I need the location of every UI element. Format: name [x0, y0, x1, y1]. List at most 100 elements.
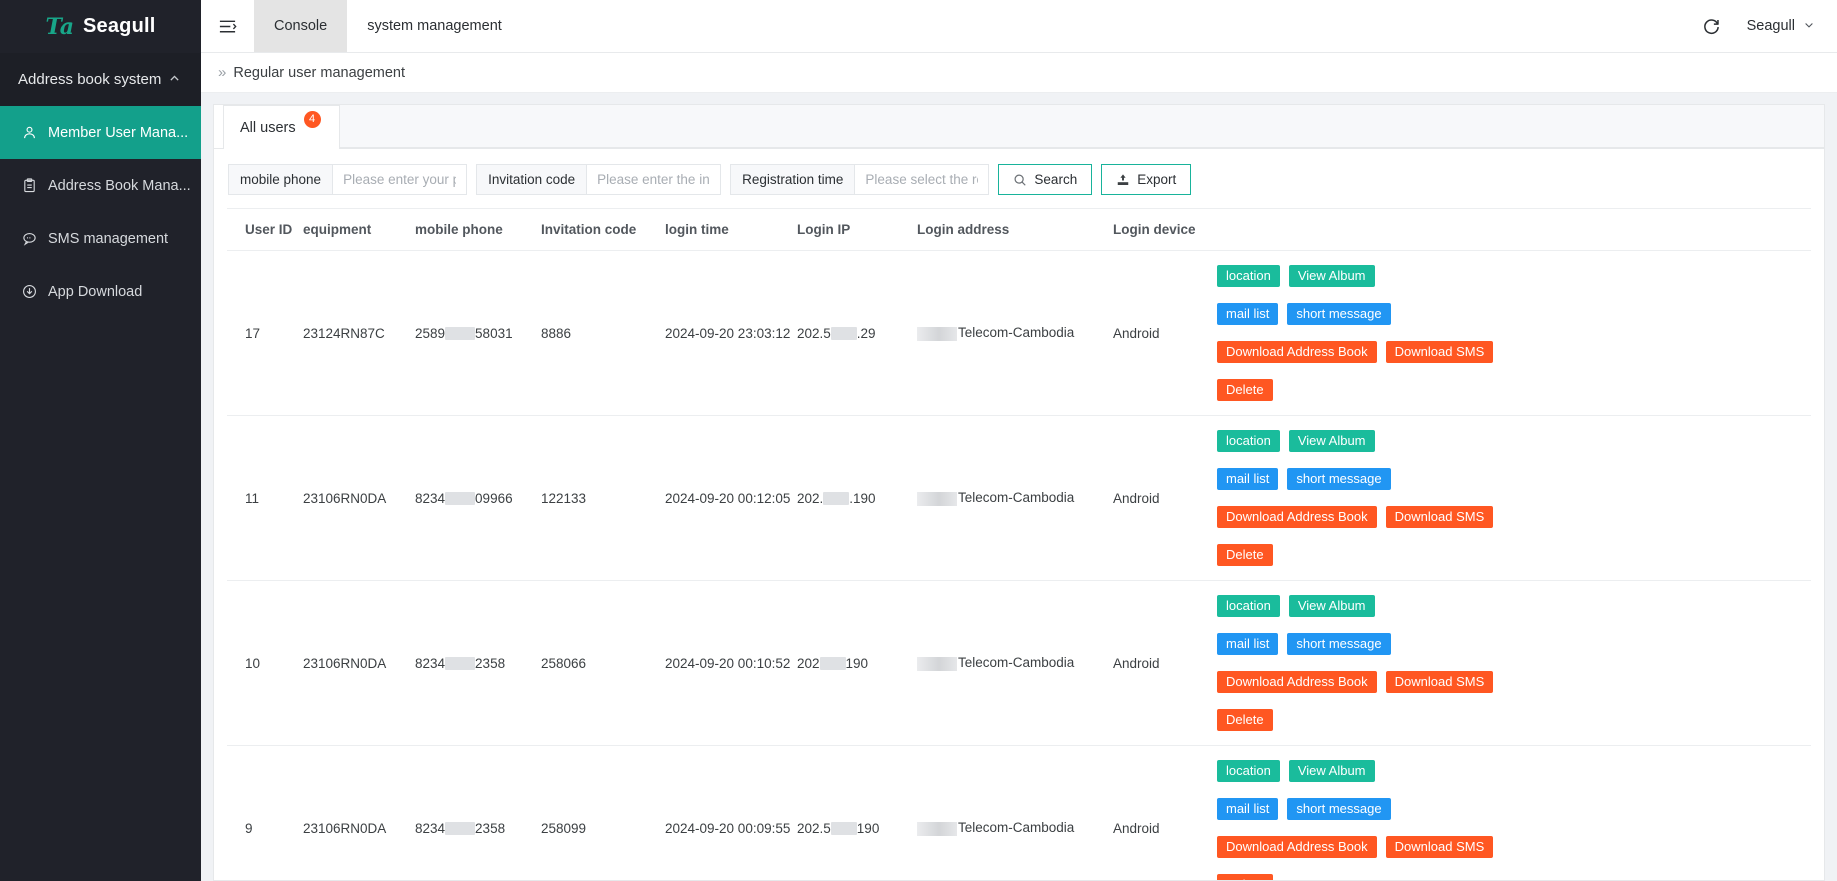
column-header-login-ip: Login IP	[797, 208, 917, 251]
users-card: All users 4 mobile phone Invitation code	[213, 104, 1825, 881]
cell-login-ip: 202.5 .29	[797, 250, 917, 416]
tab-bar: All users 4	[214, 105, 1824, 149]
ip-prefix: 202.	[797, 490, 824, 506]
delete-button[interactable]: Delete	[1217, 709, 1273, 731]
main-area: Console system management Seagull » Regu…	[201, 0, 1837, 881]
download-sms-button[interactable]: Download SMS	[1385, 341, 1494, 363]
delete-button[interactable]: Delete	[1217, 874, 1273, 880]
cell-actions: location View Album mail list short message…	[1217, 250, 1811, 416]
cell-login-device: Android	[1113, 745, 1217, 880]
row-action-group: location View Album mail list short message…	[1217, 589, 1557, 737]
ip-prefix: 202.5	[797, 820, 831, 836]
top-header: Console system management Seagull	[201, 0, 1837, 53]
location-button[interactable]: location	[1217, 595, 1280, 617]
cell-mobile-phone: 8234 09966	[415, 415, 541, 581]
filter-mobile-phone: mobile phone	[228, 164, 468, 195]
delete-button[interactable]: Delete	[1217, 379, 1273, 401]
location-button[interactable]: location	[1217, 760, 1280, 782]
view-album-button[interactable]: View Album	[1288, 760, 1375, 782]
cell-login-address: Telecom-Cambodia	[917, 250, 1113, 416]
login-address-text: Telecom-Cambodia	[958, 655, 1075, 671]
cell-login-address: Telecom-Cambodia	[917, 415, 1113, 581]
row-action-group: location View Album mail list short message…	[1217, 754, 1557, 880]
sidebar-item-address-book-management[interactable]: Address Book Mana...	[0, 159, 201, 212]
location-button[interactable]: location	[1217, 430, 1280, 452]
view-album-button[interactable]: View Album	[1288, 595, 1375, 617]
phone-prefix: 8234	[415, 820, 446, 836]
column-header-invitation-code: Invitation code	[541, 208, 665, 251]
download-address-book-button[interactable]: Download Address Book	[1217, 671, 1377, 693]
export-icon	[1116, 173, 1130, 187]
phone-prefix: 8234	[415, 490, 446, 506]
export-button[interactable]: Export	[1101, 164, 1192, 195]
redaction-mask	[917, 491, 957, 506]
invitation-code-input[interactable]	[587, 165, 721, 194]
cell-equipment: 23106RN0DA	[303, 415, 415, 581]
sidebar-item-app-download[interactable]: App Download	[0, 265, 201, 318]
search-icon	[1013, 173, 1027, 187]
phone-prefix: 2589	[415, 325, 446, 341]
delete-button[interactable]: Delete	[1217, 544, 1273, 566]
filter-mobile-phone-label: mobile phone	[229, 165, 334, 194]
filter-bar: mobile phone Invitation code Registratio…	[214, 149, 1824, 208]
table-header-row: User ID equipment mobile phone Invitatio…	[227, 208, 1811, 251]
hamburger-icon[interactable]	[201, 0, 254, 52]
search-button-label: Search	[1034, 172, 1078, 187]
sidebar-item-label: Member User Mana...	[48, 124, 189, 141]
download-address-book-button[interactable]: Download Address Book	[1217, 836, 1377, 858]
top-nav-item-system-management[interactable]: system management	[347, 0, 522, 52]
chevron-up-icon	[168, 72, 181, 88]
brand-logo[interactable]: Ta Seagull	[0, 0, 201, 53]
message-icon	[21, 230, 38, 247]
cell-equipment: 23106RN0DA	[303, 745, 415, 880]
table-row: 9 23106RN0DA 8234 2358 258099 2024-09-20 00:0…	[227, 745, 1811, 880]
short-message-button[interactable]: short message	[1287, 798, 1391, 820]
cell-login-time: 2024-09-20 00:09:55	[665, 745, 797, 880]
user-menu[interactable]: Seagull	[1747, 18, 1815, 34]
download-sms-button[interactable]: Download SMS	[1385, 506, 1494, 528]
breadcrumb-separator-icon: »	[218, 64, 227, 81]
download-address-book-button[interactable]: Download Address Book	[1217, 506, 1377, 528]
short-message-button[interactable]: short message	[1287, 633, 1391, 655]
mobile-phone-input[interactable]	[333, 165, 467, 194]
row-action-group: location View Album mail list short message…	[1217, 424, 1557, 572]
cell-invitation-code: 122133	[541, 415, 665, 581]
short-message-button[interactable]: short message	[1287, 468, 1391, 490]
mail-list-button[interactable]: mail list	[1217, 633, 1279, 655]
phone-suffix: 58031	[475, 325, 513, 341]
view-album-button[interactable]: View Album	[1288, 430, 1375, 452]
mail-list-button[interactable]: mail list	[1217, 798, 1279, 820]
table-row: 11 23106RN0DA 8234 09966 122133 2024-09-20 00…	[227, 415, 1811, 581]
view-album-button[interactable]: View Album	[1288, 265, 1375, 287]
sidebar-group-address-book-system[interactable]: Address book system	[0, 53, 201, 106]
cell-login-device: Android	[1113, 580, 1217, 746]
top-nav-item-console[interactable]: Console	[254, 0, 348, 52]
redaction-mask	[445, 492, 476, 506]
phone-prefix: 8234	[415, 655, 446, 671]
filter-invitation-code: Invitation code	[476, 164, 722, 195]
download-sms-button[interactable]: Download SMS	[1385, 836, 1494, 858]
table-row: 17 23124RN87C 2589 58031 8886 2024-09-20 23:0…	[227, 250, 1811, 416]
cell-login-address: Telecom-Cambodia	[917, 580, 1113, 746]
sidebar-item-member-user-management[interactable]: Member User Mana...	[0, 106, 201, 159]
cell-actions: location View Album mail list short message…	[1217, 580, 1811, 746]
mail-list-button[interactable]: mail list	[1217, 468, 1279, 490]
redaction-mask	[917, 656, 957, 671]
sidebar-item-sms-management[interactable]: SMS management	[0, 212, 201, 265]
users-table-container: User ID equipment mobile phone Invitatio…	[214, 208, 1824, 880]
users-table: User ID equipment mobile phone Invitatio…	[227, 208, 1811, 880]
refresh-icon[interactable]	[1702, 17, 1721, 36]
location-button[interactable]: location	[1217, 265, 1280, 287]
cell-mobile-phone: 2589 58031	[415, 250, 541, 416]
download-icon	[21, 283, 38, 300]
short-message-button[interactable]: short message	[1287, 303, 1391, 325]
redaction-mask	[830, 822, 857, 836]
download-address-book-button[interactable]: Download Address Book	[1217, 341, 1377, 363]
registration-time-input[interactable]	[855, 165, 989, 194]
login-address-text: Telecom-Cambodia	[958, 490, 1075, 506]
search-button[interactable]: Search	[998, 164, 1093, 195]
download-sms-button[interactable]: Download SMS	[1385, 671, 1494, 693]
cell-user-id: 11	[227, 415, 303, 581]
tab-all-users[interactable]: All users 4	[223, 105, 340, 149]
mail-list-button[interactable]: mail list	[1217, 303, 1279, 325]
